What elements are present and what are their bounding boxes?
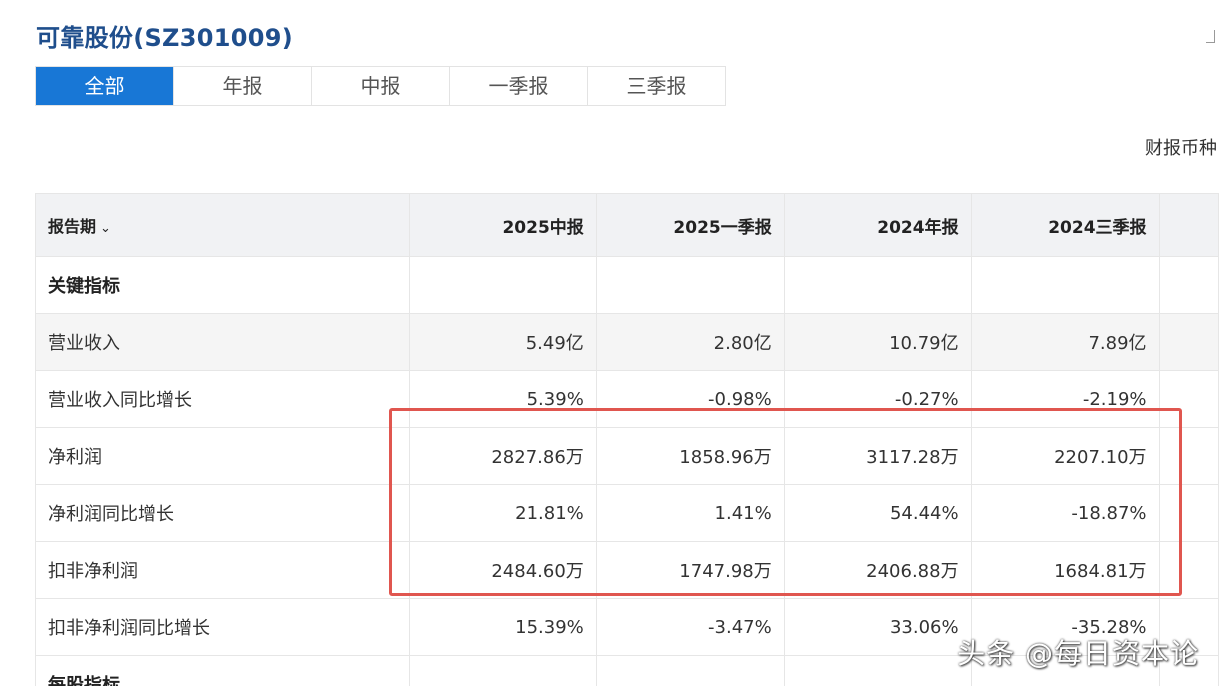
currency-selector-label[interactable]: 财报币种: [1145, 134, 1217, 160]
tab-semiannual[interactable]: 中报: [312, 67, 450, 105]
table-row: 净利润同比增长 21.81% 1.41% 54.44% -18.87%: [35, 484, 1219, 542]
row-label: 扣非净利润同比增长: [35, 598, 410, 656]
table-cell: 1747.98万: [595, 541, 785, 599]
period-header-label: 报告期: [48, 217, 97, 236]
tab-q1[interactable]: 一季报: [450, 67, 588, 105]
column-header: 2024年报: [783, 193, 972, 257]
table-cell: 5.49亿: [408, 313, 597, 371]
table-cell: 1.41%: [595, 484, 785, 542]
table-cell: -2.19%: [970, 370, 1160, 428]
table-cell: 3117.28万: [783, 427, 972, 485]
table-header-row: 报告期 ⌄ 2025中报 2025一季报 2024年报 2024三季报: [35, 193, 1219, 257]
table-cell: 2207.10万: [970, 427, 1160, 485]
table-cell: 21.81%: [408, 484, 597, 542]
row-label: 净利润: [35, 427, 410, 485]
table-cell: 33.06%: [783, 598, 972, 656]
financial-table: 报告期 ⌄ 2025中报 2025一季报 2024年报 2024三季报 关键指标 …: [35, 193, 1219, 686]
row-label: 营业收入: [35, 313, 410, 371]
table-cell: 2827.86万: [408, 427, 597, 485]
table-cell: 2.80亿: [595, 313, 785, 371]
section-row-key-indicators: 关键指标: [35, 256, 1219, 314]
table-cell: -3.47%: [595, 598, 785, 656]
table-row: 营业收入同比增长 5.39% -0.98% -0.27% -2.19%: [35, 370, 1219, 428]
row-label: 净利润同比增长: [35, 484, 410, 542]
column-header-overflow: [1158, 193, 1219, 257]
report-type-tabs: 全部 年报 中报 一季报 三季报: [35, 66, 726, 106]
table-cell: 54.44%: [783, 484, 972, 542]
page-title: 可靠股份(SZ301009): [36, 24, 294, 52]
column-header: 2024三季报: [970, 193, 1160, 257]
table-cell: 2484.60万: [408, 541, 597, 599]
table-cell: 1684.81万: [970, 541, 1160, 599]
row-label: 扣非净利润: [35, 541, 410, 599]
table-cell: 5.39%: [408, 370, 597, 428]
chevron-down-icon[interactable]: ⌄: [100, 221, 111, 236]
section-title: 每股指标: [35, 655, 410, 686]
table-cell: 7.89亿: [970, 313, 1160, 371]
page: 可靠股份(SZ301009) 全部 年报 中报 一季报 三季报 财报币种 报告期…: [0, 0, 1219, 686]
table-cell: -0.98%: [595, 370, 785, 428]
period-header[interactable]: 报告期 ⌄: [35, 193, 410, 257]
table-cell: -0.27%: [783, 370, 972, 428]
table-row: 净利润 2827.86万 1858.96万 3117.28万 2207.10万: [35, 427, 1219, 485]
column-header: 2025中报: [408, 193, 597, 257]
table-cell: 10.79亿: [783, 313, 972, 371]
table-cell: -18.87%: [970, 484, 1160, 542]
watermark: 头条 @每日资本论: [957, 637, 1199, 670]
tab-annual[interactable]: 年报: [174, 67, 312, 105]
column-header: 2025一季报: [595, 193, 785, 257]
row-label: 营业收入同比增长: [35, 370, 410, 428]
table-row: 扣非净利润 2484.60万 1747.98万 2406.88万 1684.81…: [35, 541, 1219, 599]
table-cell: 2406.88万: [783, 541, 972, 599]
section-title: 关键指标: [35, 256, 410, 314]
tab-q3[interactable]: 三季报: [588, 67, 725, 105]
table-cell: 1858.96万: [595, 427, 785, 485]
table-cell: 15.39%: [408, 598, 597, 656]
tab-all[interactable]: 全部: [36, 67, 174, 105]
corner-mark: [1206, 30, 1215, 43]
table-row: 营业收入 5.49亿 2.80亿 10.79亿 7.89亿: [35, 313, 1219, 371]
